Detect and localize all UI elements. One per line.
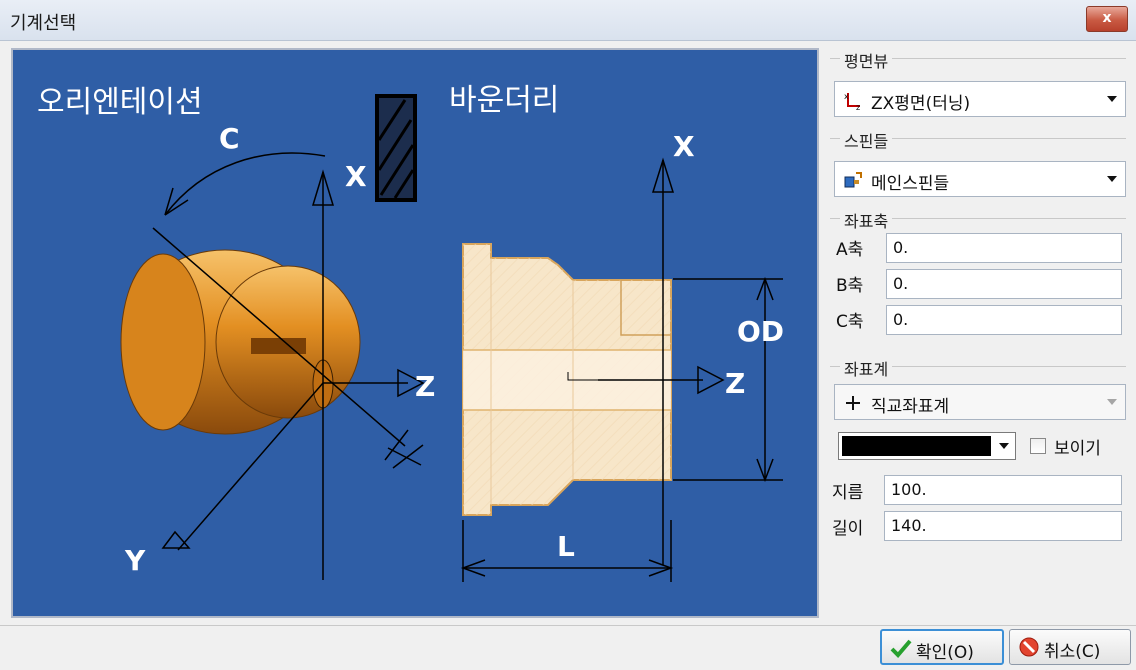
coord-system-value: 직교좌표계: [871, 397, 950, 417]
chevron-down-icon: [1107, 96, 1117, 102]
axis-z-right-label: Z: [725, 367, 745, 400]
key-slot: [251, 338, 306, 354]
diameter-label: 지름: [832, 483, 864, 503]
show-label: 보이기: [1054, 439, 1101, 459]
axis-x-left-label: X: [345, 160, 367, 193]
cancel-button[interactable]: 취소(C): [1009, 629, 1131, 665]
spindle-value: 메인스핀들: [871, 174, 950, 194]
a-axis-field[interactable]: 0.: [886, 233, 1122, 263]
color-select[interactable]: [838, 432, 1016, 460]
axes-header: 좌표축: [840, 212, 893, 231]
cancel-icon: [1018, 636, 1040, 658]
cancel-label: 취소(C): [1044, 642, 1101, 662]
preview-drawing: 오리엔테이션 바운더리 C X Z Y X Z OD L: [37, 83, 784, 582]
check-icon: [890, 637, 912, 659]
axes-group: 좌표축 A축 0. B축 0. C축 0.: [830, 208, 1126, 346]
axis-z-left-label: Z: [415, 370, 435, 403]
spindle-icon: [843, 170, 863, 190]
spindle-header: 스핀들: [840, 132, 893, 151]
color-swatch: [842, 436, 991, 456]
coord-system-header: 좌표계: [840, 360, 893, 379]
b-axis-label: B축: [836, 276, 864, 296]
orientation-label: 오리엔테이션: [37, 85, 203, 120]
window-title: 기계선택: [10, 13, 77, 34]
c-axis-field[interactable]: 0.: [886, 305, 1122, 335]
a-axis-label: A축: [836, 240, 864, 260]
machine-preview: 오리엔테이션 바운더리 C X Z Y X Z OD L: [11, 48, 819, 618]
spindle-group: 스핀들 메인스핀들: [830, 128, 1126, 200]
axis-y-label: Y: [124, 544, 146, 577]
footer-divider: [0, 625, 1136, 626]
plane-view-header: 평면뷰: [840, 52, 893, 71]
c-dim-tick: [384, 429, 424, 469]
crosshair-icon: [843, 393, 863, 413]
close-button[interactable]: x: [1086, 6, 1128, 32]
svg-text:z: z: [856, 103, 860, 110]
plane-view-group: 평면뷰 xz ZX평면(터닝): [830, 48, 1126, 120]
chevron-down-icon: [999, 443, 1009, 449]
chevron-down-icon: [1107, 176, 1117, 182]
title-bar: 기계선택 x: [0, 0, 1136, 41]
coord-system-select[interactable]: 직교좌표계: [834, 384, 1126, 420]
chevron-down-icon: [1107, 399, 1117, 405]
axis-c-label: C: [219, 122, 240, 155]
show-checkbox[interactable]: [1030, 438, 1046, 454]
plane-view-value: ZX평면(터닝): [871, 94, 971, 114]
length-field[interactable]: 140.: [884, 511, 1122, 541]
dim-od-label: OD: [737, 315, 784, 348]
zx-axis-icon: xz: [843, 90, 863, 112]
spindle-select[interactable]: 메인스핀들: [834, 161, 1126, 197]
ok-button[interactable]: 확인(O): [880, 629, 1004, 665]
svg-text:x: x: [844, 92, 849, 101]
plane-view-select[interactable]: xz ZX평면(터닝): [834, 81, 1126, 117]
length-label: 길이: [832, 519, 864, 539]
dim-l-label: L: [557, 530, 575, 563]
b-axis-field[interactable]: 0.: [886, 269, 1122, 299]
c-rotation-arc: [164, 152, 326, 216]
y-arrow: [161, 530, 191, 549]
axis-x-right-label: X: [673, 130, 695, 163]
boundary-label: 바운더리: [449, 83, 559, 118]
ok-label: 확인(O): [916, 643, 974, 663]
chuck-face: [120, 253, 206, 431]
settings-panel: 평면뷰 xz ZX평면(터닝) 스핀들 메인스핀들 좌표축 A축 0. B축 0…: [826, 45, 1132, 620]
c-axis-label: C축: [836, 312, 864, 332]
diameter-field[interactable]: 100.: [884, 475, 1122, 505]
